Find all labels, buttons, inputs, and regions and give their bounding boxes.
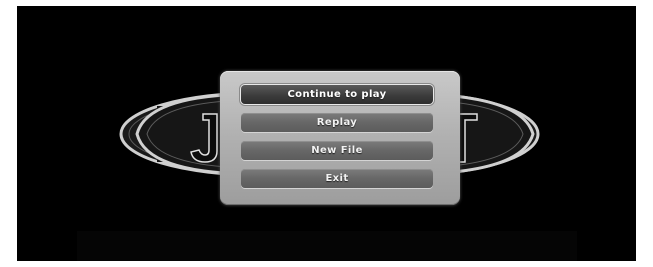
exit-button[interactable]: Exit [241, 169, 433, 188]
video-screen: Continue to play Replay New File Exit [17, 6, 636, 261]
new-file-button[interactable]: New File [241, 141, 433, 160]
replay-button[interactable]: Replay [241, 113, 433, 132]
continue-to-play-button[interactable]: Continue to play [241, 85, 433, 104]
menu-panel: Continue to play Replay New File Exit [220, 71, 460, 205]
